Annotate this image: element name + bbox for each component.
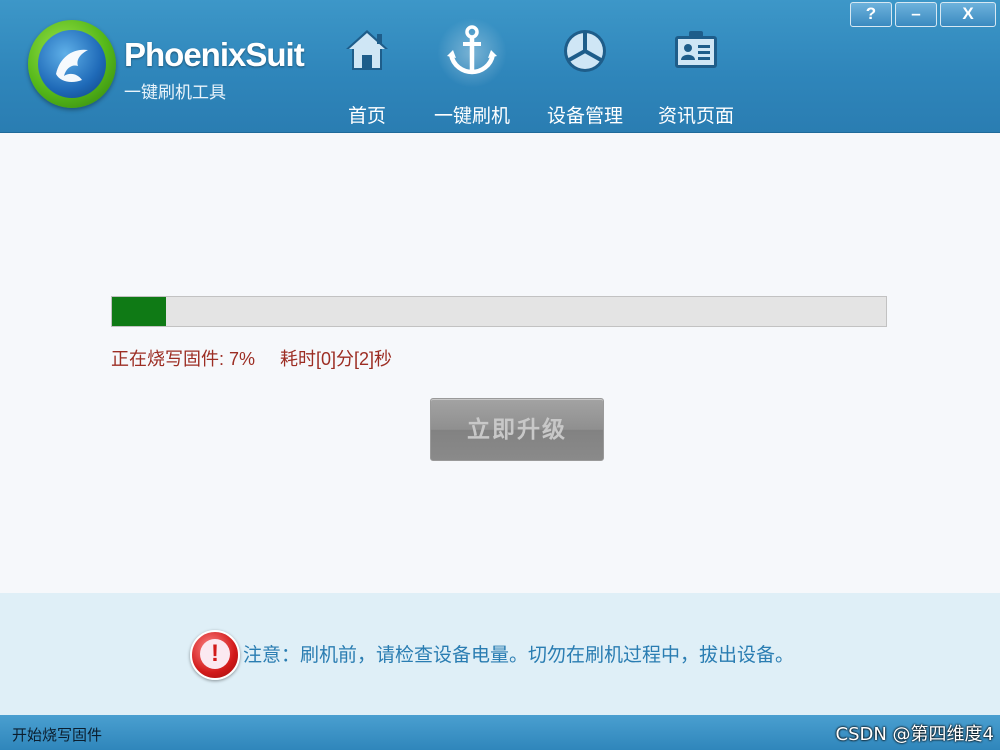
flash-panel: 正在烧写固件: 7% 耗时[0]分[2]秒 立即升级 xyxy=(0,133,1000,593)
notice-text: 注意：刷机前，请检查设备电量。切勿在刷机过程中，拔出设备。 xyxy=(243,644,795,666)
anchor-icon xyxy=(447,25,497,75)
home-icon xyxy=(346,30,388,70)
help-button[interactable]: ? xyxy=(850,2,892,27)
close-button[interactable]: X xyxy=(940,2,996,27)
warning-icon: ! xyxy=(190,630,240,680)
flash-progress-fill xyxy=(112,297,167,326)
news-card-icon xyxy=(675,31,717,68)
nav-label-home: 首页 xyxy=(347,105,386,127)
notice-panel: ! 注意：刷机前，请检查设备电量。切勿在刷机过程中，拔出设备。 xyxy=(0,593,1000,715)
app-header: PhoenixSuit 一键刷机工具 首页 一键刷机 设备管理 资讯页面 ? –… xyxy=(0,0,1000,133)
device-management-icon xyxy=(564,30,606,72)
nav-item-flash[interactable]: 一键刷机 xyxy=(417,18,527,130)
status-bar: 开始烧写固件 CSDN @第四维度4 xyxy=(0,715,1000,750)
flash-progress-bar xyxy=(111,296,887,327)
nav-item-device-management[interactable]: 设备管理 xyxy=(530,18,640,130)
upgrade-now-button[interactable]: 立即升级 xyxy=(430,398,604,461)
nav-item-home[interactable]: 首页 xyxy=(312,18,422,130)
phoenixsuit-logo-icon xyxy=(28,20,116,108)
nav-item-news[interactable]: 资讯页面 xyxy=(641,18,751,130)
nav-label-news: 资讯页面 xyxy=(657,105,734,127)
brand-subtitle: 一键刷机工具 xyxy=(124,83,226,103)
window-controls: ? – X xyxy=(850,2,996,27)
brand-name: PhoenixSuit xyxy=(124,36,305,73)
nav-label-device-management: 设备管理 xyxy=(546,105,623,127)
watermark: CSDN @第四维度4 xyxy=(835,724,995,745)
status-bar-text: 开始烧写固件 xyxy=(12,726,103,744)
minimize-button[interactable]: – xyxy=(895,2,937,27)
nav-label-flash: 一键刷机 xyxy=(433,105,510,127)
flash-status-text: 正在烧写固件: 7% 耗时[0]分[2]秒 xyxy=(111,349,393,369)
